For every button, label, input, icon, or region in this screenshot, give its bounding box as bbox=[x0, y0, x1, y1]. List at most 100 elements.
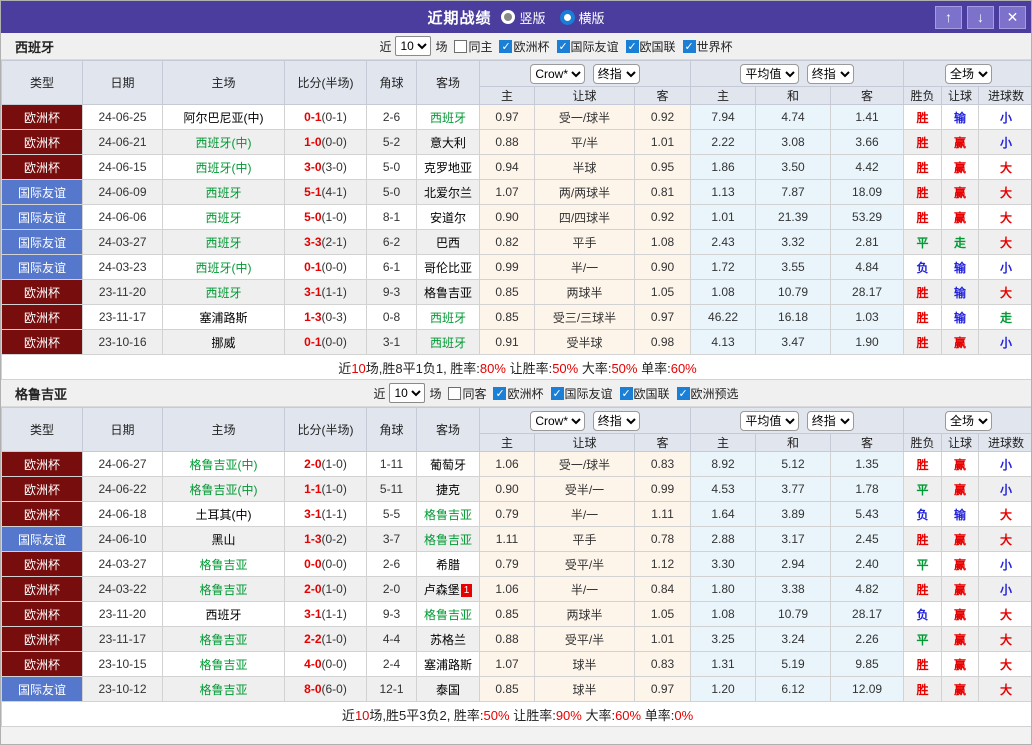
league-checkbox-item[interactable]: 国际友谊 bbox=[557, 38, 619, 55]
handicap-result: 输 bbox=[954, 311, 966, 325]
odds-source-select[interactable]: Crow* bbox=[530, 411, 585, 431]
radio-vertical[interactable]: 竖版 bbox=[501, 8, 545, 27]
handicap: 受一/球半 bbox=[535, 452, 635, 477]
odds-home: 0.90 bbox=[480, 205, 535, 230]
close-button[interactable]: ✕ bbox=[999, 6, 1026, 29]
match-row: 欧洲杯 23-10-15 格鲁吉亚 4-0(0-0) 2-4 塞浦路斯 1.07… bbox=[2, 652, 1032, 677]
move-up-button[interactable]: ↑ bbox=[935, 6, 962, 29]
away-team: 泰国 bbox=[417, 677, 480, 702]
same-venue-checkbox[interactable] bbox=[448, 387, 461, 400]
avg-source-select[interactable]: 平均值 bbox=[740, 64, 799, 84]
league-checkbox[interactable] bbox=[493, 387, 506, 400]
handicap-result: 赢 bbox=[954, 161, 966, 175]
home-team-name: 格鲁吉亚 bbox=[199, 633, 247, 647]
same-venue-checkbox-item[interactable]: 同客 bbox=[448, 385, 486, 402]
radio-horizontal-icon[interactable] bbox=[560, 10, 575, 25]
avg-home: 1.01 bbox=[691, 205, 756, 230]
handicap-result-cell: 赢 bbox=[942, 627, 979, 652]
col-odds-home: 主 bbox=[480, 87, 535, 105]
home-team-name: 塞浦路斯 bbox=[199, 311, 247, 325]
summary-segment: 50% bbox=[484, 708, 510, 723]
league-checkbox[interactable] bbox=[551, 387, 564, 400]
halftime-score: (0-0) bbox=[322, 260, 347, 274]
league-checkbox-item[interactable]: 欧洲杯 bbox=[493, 385, 543, 402]
goals-result: 大 bbox=[1000, 236, 1012, 250]
same-venue-checkbox-item[interactable]: 同主 bbox=[454, 38, 492, 55]
odds-source-select[interactable]: Crow* bbox=[530, 64, 585, 84]
league-checkbox[interactable] bbox=[683, 40, 696, 53]
home-team-name: 西班牙 bbox=[205, 211, 241, 225]
move-down-button[interactable]: ↓ bbox=[967, 6, 994, 29]
goals-result-cell: 大 bbox=[979, 527, 1032, 552]
league-checkbox[interactable] bbox=[677, 387, 690, 400]
match-count-select[interactable]: 10 bbox=[389, 383, 425, 403]
goals-result-cell: 大 bbox=[979, 205, 1032, 230]
match-row: 欧洲杯 23-11-17 格鲁吉亚 2-2(1-0) 4-4 苏格兰 0.88 … bbox=[2, 627, 1032, 652]
same-venue-checkbox[interactable] bbox=[454, 40, 467, 53]
avg-draw: 3.47 bbox=[756, 330, 831, 355]
league-type-badge: 欧洲杯 bbox=[2, 452, 83, 477]
avg-source-select[interactable]: 平均值 bbox=[740, 411, 799, 431]
avg-final-select[interactable]: 终指 bbox=[807, 64, 854, 84]
match-row: 国际友谊 24-06-10 黑山 1-3(0-2) 3-7 格鲁吉亚 1.11 … bbox=[2, 527, 1032, 552]
col-type: 类型 bbox=[2, 61, 83, 105]
league-checkbox[interactable] bbox=[557, 40, 570, 53]
result-cell: 胜 bbox=[904, 305, 942, 330]
avg-draw: 5.12 bbox=[756, 452, 831, 477]
col-away: 客场 bbox=[417, 408, 480, 452]
avg-final-select[interactable]: 终指 bbox=[807, 411, 854, 431]
odds-home: 0.94 bbox=[480, 155, 535, 180]
scope-select[interactable]: 全场 bbox=[945, 64, 992, 84]
odds-home: 1.06 bbox=[480, 577, 535, 602]
handicap-result-cell: 赢 bbox=[942, 130, 979, 155]
odds-away: 0.81 bbox=[635, 180, 691, 205]
match-row: 欧洲杯 24-06-25 阿尔巴尼亚(中) 0-1(0-1) 2-6 西班牙 0… bbox=[2, 105, 1032, 130]
score-cell: 1-0(0-0) bbox=[285, 130, 367, 155]
away-team: 安道尔 bbox=[417, 205, 480, 230]
goals-result: 大 bbox=[1000, 633, 1012, 647]
league-checkbox-item[interactable]: 欧国联 bbox=[626, 38, 676, 55]
halftime-score: (1-0) bbox=[322, 457, 347, 471]
league-checkbox-item[interactable]: 欧洲杯 bbox=[499, 38, 549, 55]
league-checkbox-item[interactable]: 欧国联 bbox=[620, 385, 670, 402]
goals-result: 小 bbox=[1000, 136, 1012, 150]
result-cell: 平 bbox=[904, 477, 942, 502]
score-cell: 2-0(1-0) bbox=[285, 577, 367, 602]
win-lose-result: 胜 bbox=[917, 533, 929, 547]
odds-final-select[interactable]: 终指 bbox=[593, 64, 640, 84]
match-date: 24-03-27 bbox=[83, 552, 163, 577]
handicap: 四/四球半 bbox=[535, 205, 635, 230]
fulltime-score: 3-3 bbox=[304, 235, 321, 249]
league-checkbox[interactable] bbox=[626, 40, 639, 53]
col-score: 比分(半场) bbox=[285, 61, 367, 105]
scope-select[interactable]: 全场 bbox=[945, 411, 992, 431]
match-row: 国际友谊 24-06-09 西班牙 5-1(4-1) 5-0 北爱尔兰 1.07… bbox=[2, 180, 1032, 205]
league-checkbox-item[interactable]: 欧洲预选 bbox=[677, 385, 739, 402]
win-lose-result: 胜 bbox=[917, 286, 929, 300]
halftime-score: (0-0) bbox=[322, 135, 347, 149]
avg-away: 1.90 bbox=[831, 330, 904, 355]
league-checkbox[interactable] bbox=[620, 387, 633, 400]
radio-vertical-icon[interactable] bbox=[501, 10, 515, 24]
handicap-result: 赢 bbox=[954, 683, 966, 697]
radio-horizontal[interactable]: 横版 bbox=[560, 8, 605, 27]
summary-segment: 让胜率: bbox=[510, 708, 556, 723]
avg-draw: 3.24 bbox=[756, 627, 831, 652]
corners: 5-11 bbox=[367, 477, 417, 502]
odds-home: 1.07 bbox=[480, 652, 535, 677]
fulltime-score: 8-0 bbox=[304, 682, 321, 696]
games-label: 场 bbox=[435, 38, 447, 55]
match-count-select[interactable]: 10 bbox=[395, 36, 431, 56]
fulltime-score: 4-0 bbox=[304, 657, 321, 671]
odds-away: 0.83 bbox=[635, 652, 691, 677]
avg-home: 3.30 bbox=[691, 552, 756, 577]
league-type-badge: 欧洲杯 bbox=[2, 652, 83, 677]
col-odds-away: 客 bbox=[635, 434, 691, 452]
league-type-badge: 国际友谊 bbox=[2, 677, 83, 702]
avg-away: 1.41 bbox=[831, 105, 904, 130]
league-checkbox[interactable] bbox=[499, 40, 512, 53]
odds-final-select[interactable]: 终指 bbox=[593, 411, 640, 431]
league-checkbox-item[interactable]: 世界杯 bbox=[683, 38, 733, 55]
league-checkbox-item[interactable]: 国际友谊 bbox=[551, 385, 613, 402]
matches-table: 类型 日期 主场 比分(半场) 角球 客场 Crow* 终指 平均值 终指 bbox=[1, 407, 1032, 727]
